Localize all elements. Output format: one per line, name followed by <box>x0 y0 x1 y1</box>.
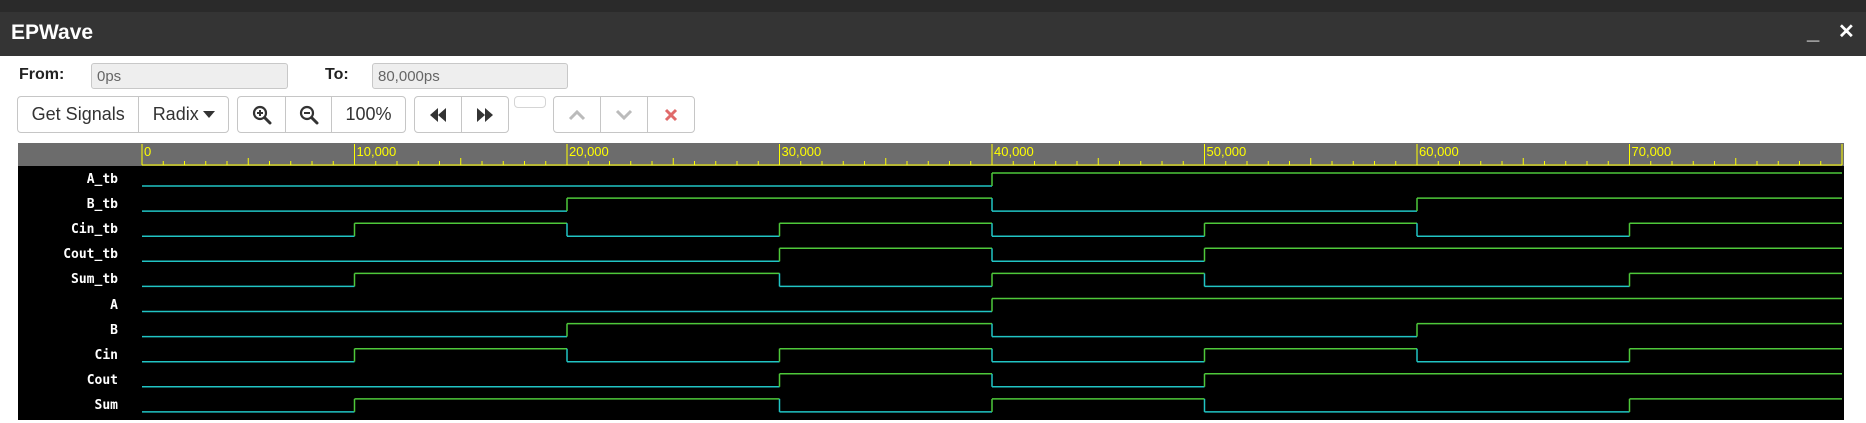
signal-trace[interactable] <box>142 322 1842 338</box>
close-icon <box>664 108 678 121</box>
caret-down-icon <box>202 110 215 118</box>
fast-forward-button[interactable] <box>462 97 509 132</box>
close-window-button[interactable]: ✕ <box>1838 19 1855 45</box>
signal-trace[interactable] <box>142 222 1842 237</box>
blank-toggle-button[interactable] <box>514 96 546 108</box>
navigation-button-group <box>414 96 509 133</box>
signal-trace[interactable] <box>142 398 1842 413</box>
signal-name[interactable]: Cin_tb <box>71 222 118 237</box>
signal-trace[interactable] <box>142 297 1842 313</box>
get-signals-button[interactable]: Get Signals <box>18 97 140 132</box>
signals-button-group: Get Signals Radix <box>17 96 229 133</box>
previous-button[interactable] <box>554 97 601 132</box>
window-titlebar: EPWave _ ✕ <box>0 12 1866 56</box>
radix-dropdown[interactable]: Radix <box>139 97 228 132</box>
signal-trace[interactable] <box>142 172 1842 187</box>
rewind-button[interactable] <box>415 97 462 132</box>
signal-trace[interactable] <box>142 272 1842 288</box>
zoom-out-icon <box>299 105 318 124</box>
zoom-button-group: 100% <box>237 96 406 133</box>
signal-name[interactable]: Sum_tb <box>71 272 118 287</box>
browser-top-strip <box>0 0 1866 12</box>
from-label: From: <box>19 66 65 83</box>
signal-trace[interactable] <box>142 247 1842 263</box>
minimize-button[interactable]: _ <box>1807 19 1819 45</box>
search-nav-button-group <box>553 96 695 133</box>
signal-name[interactable]: Cin <box>95 348 118 363</box>
tick-label: 0 <box>144 144 151 159</box>
tick-label: 70,000 <box>1632 144 1672 159</box>
zoom-level: 100% <box>345 104 392 124</box>
tick-label: 30,000 <box>782 144 822 159</box>
fast-forward-icon <box>476 107 493 122</box>
tick-label: 60,000 <box>1419 144 1459 159</box>
signal-name[interactable]: A <box>110 298 118 313</box>
signal-trace[interactable] <box>142 373 1842 388</box>
signal-name[interactable]: Cout_tb <box>63 247 118 262</box>
tick-label: 40,000 <box>994 144 1034 159</box>
signal-name[interactable]: B <box>110 323 118 338</box>
to-label: To: <box>325 66 349 83</box>
zoom-in-button[interactable] <box>238 97 286 132</box>
signal-name[interactable]: Cout <box>87 373 118 388</box>
to-input[interactable] <box>372 63 568 89</box>
signal-name[interactable]: Sum <box>95 398 118 413</box>
chevron-down-icon <box>615 109 633 120</box>
tick-label: 10,000 <box>357 144 397 159</box>
clear-search-button[interactable] <box>648 97 694 132</box>
rewind-icon <box>429 107 446 122</box>
window-title: EPWave <box>11 21 94 44</box>
signal-trace[interactable] <box>142 197 1842 212</box>
radix-label: Radix <box>152 104 199 124</box>
waveform-canvas[interactable]: 0 10,000 20,000 30,000 40,000 50,000 60,000 70,… <box>18 143 1844 420</box>
signal-name[interactable]: A_tb <box>87 172 118 187</box>
waveform-viewer[interactable]: 0 10,000 20,000 30,000 40,000 50,000 60,000 70,… <box>18 143 1844 420</box>
tick-label: 20,000 <box>569 144 609 159</box>
signal-name[interactable]: B_tb <box>87 197 118 212</box>
chevron-up-icon <box>568 109 586 120</box>
next-button[interactable] <box>601 97 648 132</box>
tick-label: 50,000 <box>1207 144 1247 159</box>
from-input[interactable] <box>91 63 288 89</box>
zoom-in-icon <box>252 105 271 124</box>
zoom-out-button[interactable] <box>286 97 332 132</box>
signal-trace[interactable] <box>142 347 1842 363</box>
